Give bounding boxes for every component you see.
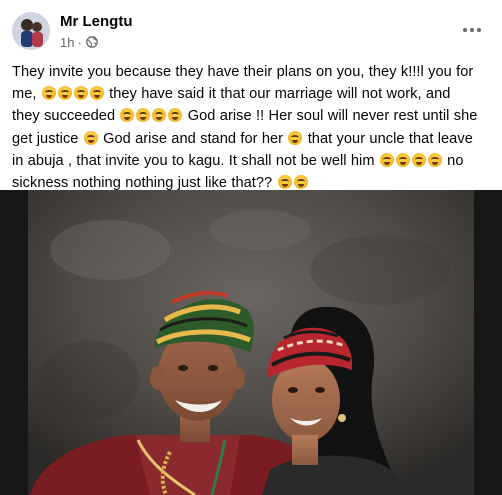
crying-face-emoji: [277, 175, 292, 190]
post-text-segment: get justice: [12, 130, 83, 147]
crying-face-emoji: [395, 152, 410, 167]
crying-face-emoji: [136, 108, 151, 123]
post-text-segment: no: [442, 152, 464, 169]
couple-photo-image: [0, 190, 502, 495]
crying-face-emoji: [73, 86, 88, 101]
crying-face-emoji: [83, 130, 98, 145]
crying-face-emoji: [288, 130, 303, 145]
post-text-segment: that your uncle that leave: [303, 130, 473, 147]
post-text-segment: God arise !! Her soul will never rest un…: [183, 108, 478, 125]
post-timestamp[interactable]: 1h: [60, 35, 74, 50]
crying-face-emoji: [57, 86, 72, 101]
post-text-line: get justice God arise and stand for her …: [12, 128, 490, 150]
post-header: Mr Lengtu 1h ·: [0, 0, 502, 58]
more-options-icon: [462, 28, 483, 32]
crying-face-emoji: [89, 86, 104, 101]
post-text-segment: sickness nothing nothing just like that?…: [12, 175, 277, 192]
crying-face-emoji: [168, 108, 183, 123]
avatar-image: [12, 12, 50, 50]
post-text-line: me, they have said it that our marriage …: [12, 83, 490, 105]
post-text-line: they succeeded God arise !! Her soul wil…: [12, 105, 490, 127]
author-name[interactable]: Mr Lengtu: [60, 13, 133, 30]
crying-face-emoji: [120, 108, 135, 123]
crying-face-emoji: [411, 152, 426, 167]
crying-face-emoji: [41, 86, 56, 101]
meta-separator: ·: [77, 34, 82, 50]
post-text-line: They invite you because they have their …: [12, 64, 474, 80]
post-text-segment: God arise and stand for her: [98, 130, 288, 147]
post-text-line: in abuja , that invite you to kagu. It s…: [12, 150, 490, 172]
post-text-segment: they have said it that our marriage will…: [104, 86, 451, 103]
post-text-segment: they succeeded: [12, 108, 120, 125]
post-text-segment: me,: [12, 86, 41, 103]
avatar[interactable]: [12, 12, 50, 50]
crying-face-emoji: [427, 152, 442, 167]
crying-face-emoji: [293, 175, 308, 190]
crying-face-emoji: [379, 152, 394, 167]
post-photo[interactable]: [0, 190, 502, 495]
post-text-segment: in abuja , that invite you to kagu. It s…: [12, 152, 379, 169]
more-options-button[interactable]: [458, 16, 486, 44]
crying-face-emoji: [152, 108, 167, 123]
post-meta: 1h ·: [60, 34, 98, 50]
post-text: They invite you because they have their …: [12, 61, 490, 194]
globe-icon[interactable]: [85, 36, 98, 48]
